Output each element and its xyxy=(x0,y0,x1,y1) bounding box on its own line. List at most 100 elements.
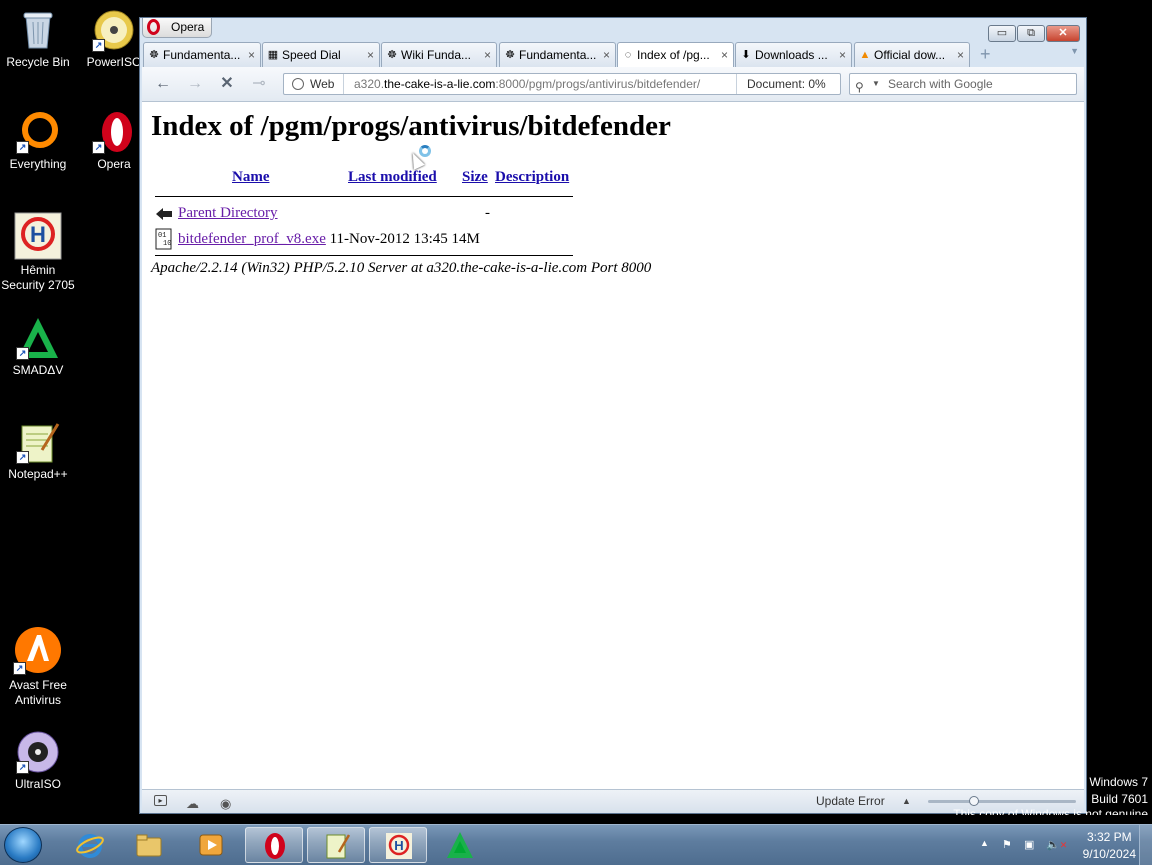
restore-button[interactable]: ⧉ xyxy=(1017,25,1045,42)
taskbar-file-explorer[interactable] xyxy=(120,827,178,863)
cloud-icon[interactable]: ☁ xyxy=(186,793,199,815)
column-header-modified[interactable]: Last modified xyxy=(348,169,437,186)
busy-indicator-icon xyxy=(419,145,431,157)
tab-label: Speed Dial xyxy=(282,48,341,62)
turbo-icon[interactable]: ◉ xyxy=(220,793,231,815)
tab-official-download[interactable]: ▲ Official dow... × xyxy=(854,42,970,67)
svg-text:H: H xyxy=(394,838,403,853)
svg-text:H: H xyxy=(30,222,46,247)
url-text[interactable]: a320.the-cake-is-a-lie.com:8000/pgm/prog… xyxy=(354,74,700,94)
show-desktop-button[interactable] xyxy=(1139,825,1152,865)
smadav-icon: ↗ xyxy=(16,316,60,360)
taskbar: H ▲ ⚑ ▣ 🔈✕ 3:32 PM 9/10/2024 xyxy=(0,824,1152,865)
tab-label: Official dow... xyxy=(874,48,946,62)
table-row: Parent Directory xyxy=(178,205,278,222)
tab-label: Wiki Funda... xyxy=(401,48,472,62)
tab-close-icon[interactable]: × xyxy=(839,43,846,67)
sort-by-description-link[interactable]: Description xyxy=(495,169,569,185)
sort-by-size-link[interactable]: Size xyxy=(462,169,488,185)
tab-close-icon[interactable]: × xyxy=(721,43,728,67)
internet-explorer-icon xyxy=(76,834,104,858)
notepad-plus-plus-icon: ↗ xyxy=(16,420,60,464)
chevron-down-icon[interactable]: ▼ xyxy=(872,74,880,94)
volume-muted-icon[interactable]: 🔈✕ xyxy=(1046,838,1067,851)
taskbar-hemin-security[interactable]: H xyxy=(369,827,427,863)
page-title: Index of /pgm/progs/antivirus/bitdefende… xyxy=(151,110,671,142)
tab-speed-dial[interactable]: ▦ Speed Dial × xyxy=(262,42,380,67)
column-header-name[interactable]: Name xyxy=(232,169,270,186)
shortcut-arrow-icon: ↗ xyxy=(16,141,29,154)
column-header-description[interactable]: Description xyxy=(495,169,569,186)
everything-icon: ↗ xyxy=(16,110,60,154)
view-options-icon[interactable]: ▲ xyxy=(902,790,911,812)
tab-fundamentals-2[interactable]: ☸ Fundamenta... × xyxy=(499,42,616,67)
opera-menu-label: Opera xyxy=(171,20,205,34)
network-icon[interactable]: ▣ xyxy=(1024,838,1034,851)
downloads-icon: ⬇ xyxy=(741,49,751,61)
shortcut-arrow-icon: ↗ xyxy=(16,347,29,360)
desktop-icon-smadav[interactable]: ↗ SMADΔV xyxy=(0,316,77,378)
bitdefender-file-link[interactable]: bitdefender_prof_v8.exe xyxy=(178,231,326,247)
status-bar: ▸ ☁ ◉ Update Error ▲ xyxy=(142,789,1084,813)
ultraiso-icon: ↗ xyxy=(16,730,60,774)
taskbar-media-player[interactable] xyxy=(182,827,240,863)
desktop-icon-ultraiso[interactable]: ↗ UltraISO xyxy=(0,730,77,792)
url-prefix: a320. xyxy=(354,77,385,91)
taskbar-internet-explorer[interactable] xyxy=(61,827,119,863)
desktop-icon-notepad-plus-plus[interactable]: ↗ Notepad++ xyxy=(0,420,77,482)
column-header-size[interactable]: Size xyxy=(462,169,488,186)
forward-button[interactable]: → xyxy=(185,74,205,94)
tab-close-icon[interactable]: × xyxy=(484,43,491,67)
update-status[interactable]: Update Error xyxy=(816,790,885,812)
desktop-icon-everything[interactable]: ↗ Everything xyxy=(0,110,77,172)
tab-wiki-fundamentals[interactable]: ☸ Wiki Funda... × xyxy=(381,42,497,67)
tab-close-icon[interactable]: × xyxy=(248,43,255,67)
search-input[interactable]: ⚲ ▼ Search with Google xyxy=(849,73,1077,95)
tab-close-icon[interactable]: × xyxy=(603,43,610,67)
watermark-line-1: Windows 7 xyxy=(1089,775,1148,789)
minimize-button[interactable]: ▭ xyxy=(988,25,1016,42)
header-divider xyxy=(155,196,573,197)
address-bar[interactable]: Web a320.the-cake-is-a-lie.com:8000/pgm/… xyxy=(283,73,841,95)
document-progress: Document: 0% xyxy=(736,74,842,94)
tab-label: Fundamenta... xyxy=(519,48,597,62)
tab-list-chevron-icon[interactable]: ▼ xyxy=(1070,46,1079,56)
panel-toggle-icon[interactable]: ▸ xyxy=(154,795,167,806)
title-bar[interactable]: Opera ▭ ⧉ ✕ xyxy=(140,18,1086,42)
taskbar-opera[interactable] xyxy=(245,827,303,863)
tab-close-icon[interactable]: × xyxy=(957,43,964,67)
clock[interactable]: 3:32 PM 9/10/2024 xyxy=(1083,829,1136,863)
web-badge[interactable]: Web xyxy=(284,74,344,94)
desktop-icon-hemin-security[interactable]: H Hêmin Security 2705 xyxy=(0,212,77,293)
parent-directory-link[interactable]: Parent Directory xyxy=(178,205,278,221)
url-host: the-cake-is-a-lie.com xyxy=(384,77,496,91)
speed-dial-icon: ▦ xyxy=(267,49,279,61)
stop-button[interactable]: ✕ xyxy=(217,74,237,94)
opera-icon: ↗ xyxy=(92,110,136,154)
sort-by-modified-link[interactable]: Last modified xyxy=(348,169,437,185)
start-button[interactable] xyxy=(4,827,42,863)
back-button[interactable]: ← xyxy=(153,74,173,94)
opera-menu-button[interactable]: Opera xyxy=(142,18,212,38)
window-controls: ▭ ⧉ ✕ xyxy=(988,25,1080,42)
desktop-icon-recycle-bin[interactable]: Recycle Bin xyxy=(0,8,77,70)
tab-close-icon[interactable]: × xyxy=(367,43,374,67)
tab-fundamentals-1[interactable]: ☸ Fundamenta... × xyxy=(143,42,261,67)
tab-downloads[interactable]: ⬇ Downloads ... × xyxy=(735,42,852,67)
new-tab-button[interactable]: + xyxy=(980,44,991,64)
opera-page-icon: ☸ xyxy=(505,49,515,61)
close-window-button[interactable]: ✕ xyxy=(1046,25,1080,42)
desktop-icon-label: Hêmin Security 2705 xyxy=(1,263,75,292)
key-icon[interactable]: ⊸ xyxy=(249,74,269,94)
taskbar-notepad-plus-plus[interactable] xyxy=(307,827,365,863)
taskbar-smadav[interactable] xyxy=(431,827,489,863)
smadav-icon xyxy=(447,832,473,858)
tray-overflow-icon[interactable]: ▲ xyxy=(980,838,989,848)
opera-page-icon: ☸ xyxy=(387,49,397,61)
globe-icon xyxy=(292,78,304,90)
desktop-icon-avast[interactable]: ↗ Avast Free Antivirus xyxy=(0,625,77,708)
tab-index-of-pgm[interactable]: ◌ Index of /pg... × xyxy=(617,42,734,67)
sort-by-name-link[interactable]: Name xyxy=(232,169,270,185)
media-player-icon xyxy=(199,834,223,856)
action-center-flag-icon[interactable]: ⚑ xyxy=(1002,838,1012,851)
